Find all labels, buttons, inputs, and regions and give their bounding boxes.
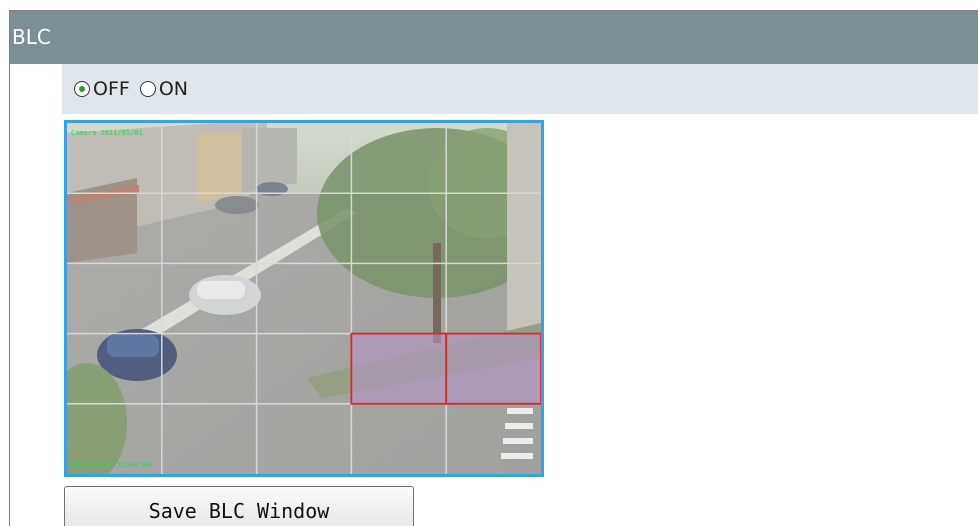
section-title: BLC — [12, 25, 51, 49]
blc-on-option[interactable]: ON — [139, 78, 188, 100]
blc-preview-window[interactable]: Camera 2011/01/01 2011/01/01 12:00:00 — [64, 120, 544, 477]
blc-off-radio[interactable] — [74, 81, 90, 97]
blc-on-radio[interactable] — [139, 81, 156, 97]
section-header: BLC — [10, 11, 978, 64]
camera-preview-image: Camera 2011/01/01 2011/01/01 12:00:00 — [67, 123, 541, 474]
preview-bottom-caption: 2011/01/01 12:00:00 — [71, 461, 151, 469]
blc-on-label: ON — [158, 78, 188, 100]
blc-option-row: OFF ON — [62, 64, 978, 114]
blc-off-label: OFF — [93, 78, 130, 100]
blc-radio-group: OFF ON — [74, 78, 198, 100]
preview-top-caption: Camera 2011/01/01 — [71, 129, 143, 137]
save-blc-window-button[interactable]: Save BLC Window — [64, 486, 414, 526]
blc-off-option[interactable]: OFF — [74, 78, 130, 100]
